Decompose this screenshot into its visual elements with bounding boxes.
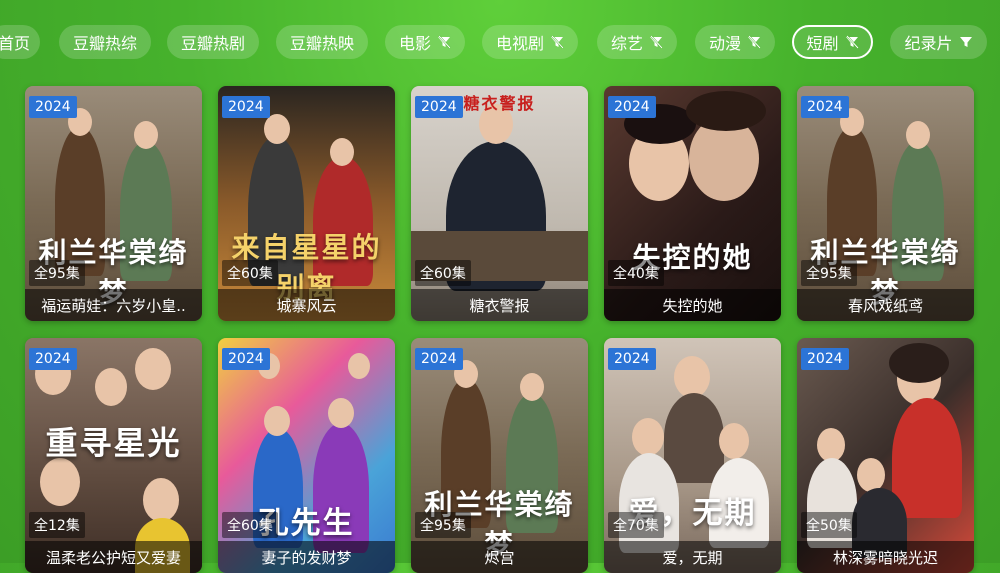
filter-icon <box>959 37 972 47</box>
filter-off-icon <box>650 35 663 49</box>
tab-label: 纪录片 <box>904 34 953 53</box>
episode-count: 全95集 <box>801 260 857 286</box>
tab-label: 豆瓣热映 <box>289 34 354 53</box>
tab-anime[interactable]: 动漫 <box>695 25 775 59</box>
episode-count: 全95集 <box>415 512 471 538</box>
tab-home[interactable]: 首页 <box>0 25 40 59</box>
tab-label: 豆瓣热综 <box>72 34 137 53</box>
drama-card[interactable]: 失控的她 2024 全40集 失控的她 <box>604 86 781 321</box>
tab-label: 短剧 <box>806 34 839 53</box>
tab-short-drama[interactable]: 短剧 <box>792 25 873 59</box>
filter-off-icon <box>748 35 761 49</box>
drama-card[interactable]: 爱，无期 2024 全70集 爱，无期 <box>604 338 781 573</box>
drama-title: 烬宫 <box>411 541 588 573</box>
drama-title: 妻子的发财梦 <box>218 541 395 573</box>
drama-title: 城寨风云 <box>218 289 395 321</box>
tab-movie[interactable]: 电影 <box>385 25 465 59</box>
tab-variety[interactable]: 综艺 <box>597 25 677 59</box>
year-badge: 2024 <box>29 96 77 118</box>
tab-douban-variety[interactable]: 豆瓣热综 <box>59 25 151 59</box>
drama-card[interactable]: 糖衣警报 2024 全60集 糖衣警报 <box>411 86 588 321</box>
episode-count: 全40集 <box>608 260 664 286</box>
year-badge: 2024 <box>415 348 463 370</box>
year-badge: 2024 <box>222 96 270 118</box>
filter-off-icon <box>845 35 859 49</box>
drama-title: 失控的她 <box>604 289 781 321</box>
drama-card[interactable]: 重寻星光 2024 全12集 温柔老公护短又爱妻 <box>25 338 202 573</box>
year-badge: 2024 <box>801 96 849 118</box>
episode-count: 全70集 <box>608 512 664 538</box>
filter-off-icon <box>438 35 451 49</box>
drama-card[interactable]: 来自星星的别离 2024 全60集 城寨风云 <box>218 86 395 321</box>
drama-title: 爱，无期 <box>604 541 781 573</box>
drama-title: 春风戏纸鸢 <box>797 289 974 321</box>
year-badge: 2024 <box>415 96 463 118</box>
drama-title: 林深雾暗晓光迟 <box>797 541 974 573</box>
drama-card[interactable]: 利兰华棠绮梦 2024 全95集 烬宫 <box>411 338 588 573</box>
episode-count: 全60集 <box>222 260 278 286</box>
year-badge: 2024 <box>29 348 77 370</box>
drama-title: 温柔老公护短又爱妻 <box>25 541 202 573</box>
tab-documentary[interactable]: 纪录片 <box>890 25 987 59</box>
tab-label: 综艺 <box>610 34 643 53</box>
episode-count: 全60集 <box>222 512 278 538</box>
episode-count: 全12集 <box>29 512 85 538</box>
year-badge: 2024 <box>608 96 656 118</box>
tab-douban-cinema[interactable]: 豆瓣热映 <box>276 25 368 59</box>
category-tab-bar: 首页 豆瓣热综 豆瓣热剧 豆瓣热映 电影 电视剧 综艺 动漫 短剧 纪录片 <box>0 25 1000 61</box>
tab-label: 豆瓣热剧 <box>180 34 245 53</box>
episode-count: 全50集 <box>801 512 857 538</box>
tab-label: 动漫 <box>708 34 741 53</box>
episode-count: 全95集 <box>29 260 85 286</box>
year-badge: 2024 <box>222 348 270 370</box>
tab-label: 电视剧 <box>495 34 544 53</box>
poster-art-title: 重寻星光 <box>45 424 182 462</box>
filter-off-icon <box>551 35 564 49</box>
year-badge: 2024 <box>801 348 849 370</box>
tab-label: 首页 <box>0 34 30 53</box>
drama-title: 糖衣警报 <box>411 289 588 321</box>
episode-count: 全60集 <box>415 260 471 286</box>
drama-card[interactable]: 2024 全50集 林深雾暗晓光迟 <box>797 338 974 573</box>
drama-title: 福运萌娃：六岁小皇.. <box>25 289 202 321</box>
tab-douban-drama[interactable]: 豆瓣热剧 <box>167 25 259 59</box>
year-badge: 2024 <box>608 348 656 370</box>
drama-grid: 利兰华棠绮梦 2024 全95集 福运萌娃：六岁小皇.. 来自星星的别离 202… <box>0 85 1000 573</box>
tab-label: 电影 <box>398 34 431 53</box>
drama-card[interactable]: 利兰华棠绮梦 2024 全95集 福运萌娃：六岁小皇.. <box>25 86 202 321</box>
drama-card[interactable]: 孔先生 2024 全60集 妻子的发财梦 <box>218 338 395 573</box>
drama-card[interactable]: 利兰华棠绮梦 2024 全95集 春风戏纸鸢 <box>797 86 974 321</box>
tab-tv-series[interactable]: 电视剧 <box>482 25 578 59</box>
